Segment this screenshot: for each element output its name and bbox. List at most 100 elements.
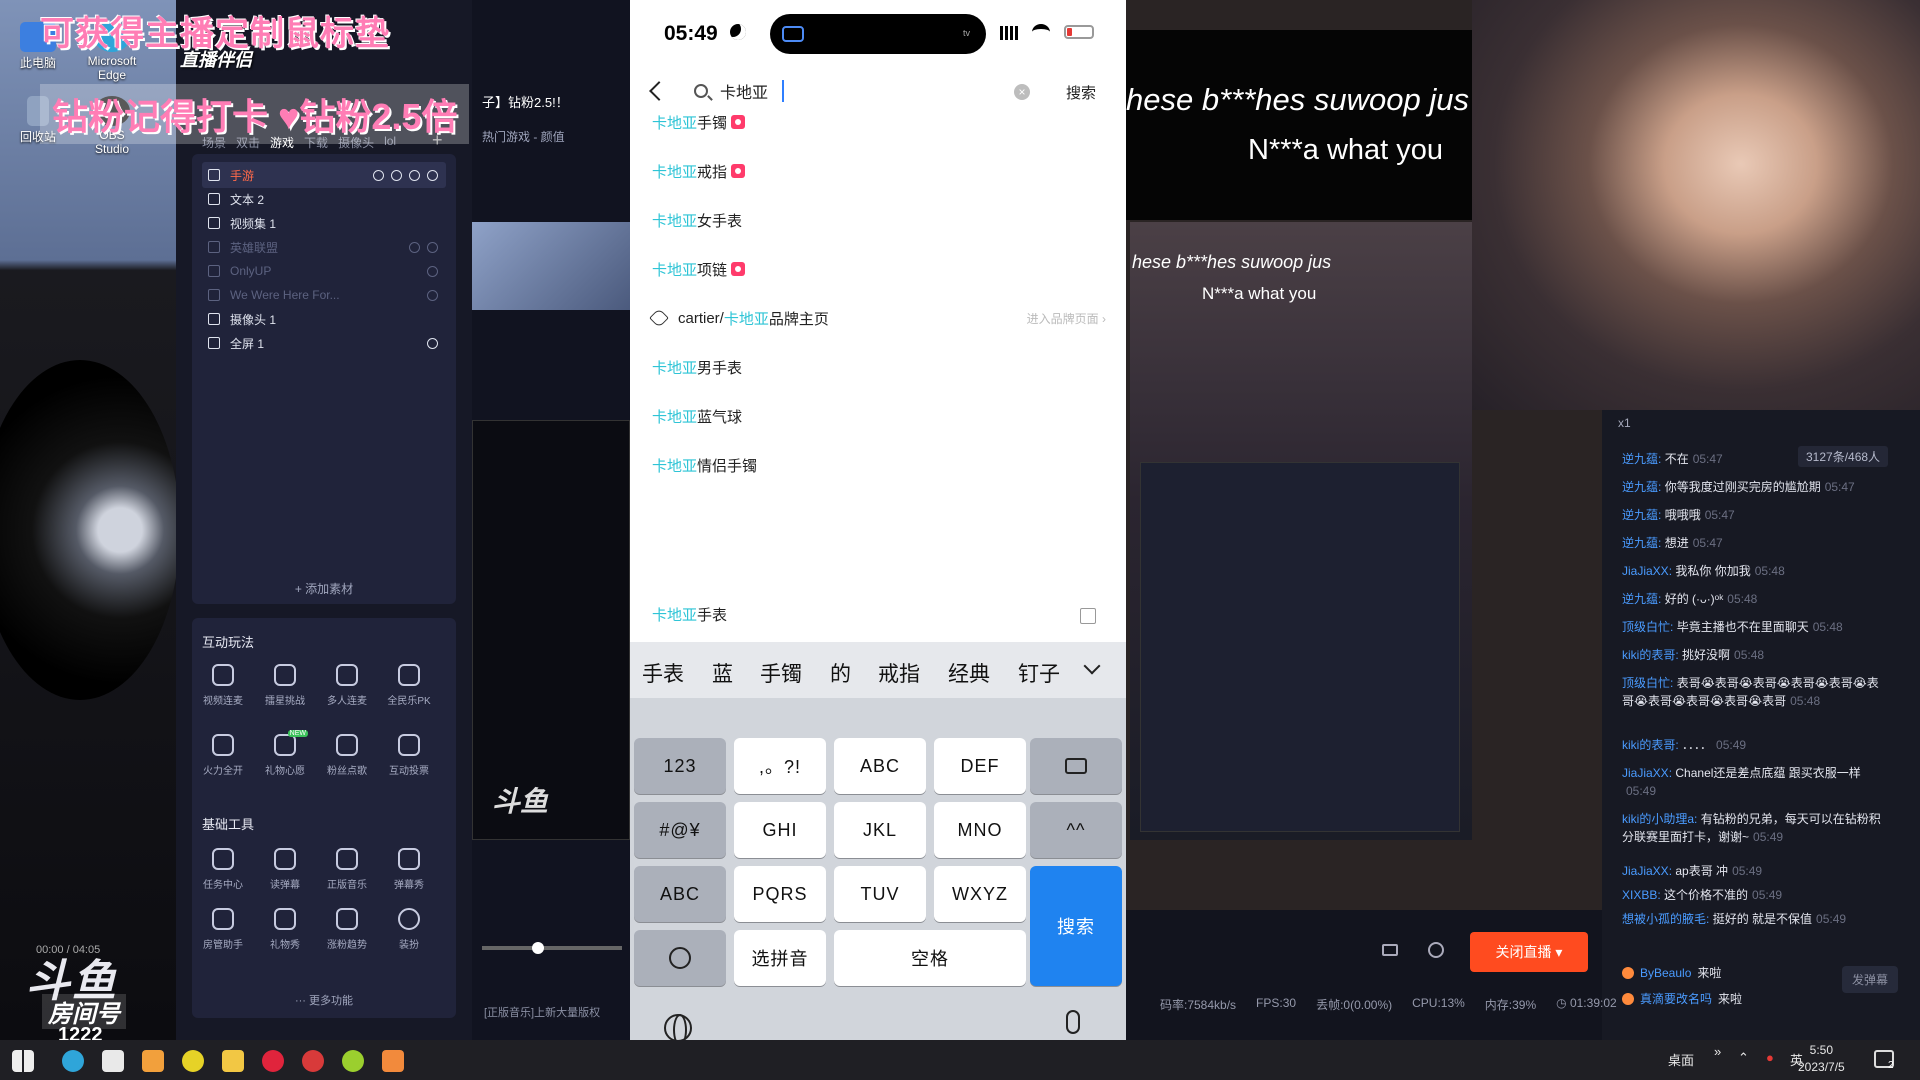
suggestion-item[interactable]: 卡地亚 手镯 [652,108,1106,136]
app-green-icon[interactable] [342,1050,364,1072]
chat-nick[interactable]: kiki的表哥: [1622,738,1679,752]
source-item-fullscreen[interactable]: 全屏 1 [202,330,446,356]
douyu-companion-icon[interactable] [382,1050,404,1072]
tool-decor[interactable]: 装扮 [378,908,440,951]
chat-nick[interactable]: 想被小孤的腋毛: [1622,912,1709,926]
tool-task-center[interactable]: 任务中心 [192,848,254,891]
search-button[interactable]: 搜索 [1066,82,1096,103]
chat-nick[interactable]: kiki的表哥: [1622,648,1679,662]
taskbar-clock[interactable]: 5:50 2023/7/5 [1798,1042,1845,1076]
candidate-word[interactable]: 经典 [948,658,990,688]
chat-nick[interactable]: kiki的小助理a: [1622,812,1697,826]
tool-pk[interactable]: 全民乐PK [378,664,440,707]
candidate-word[interactable]: 的 [830,658,851,688]
key-symbols[interactable]: #@¥ [634,802,726,858]
tool-read-danmu[interactable]: 读弹幕 [254,848,316,891]
key-ghi[interactable]: GHI [734,802,826,858]
candidate-word[interactable]: 手镯 [760,658,802,688]
tool-star-challenge[interactable]: 擂星挑战 [254,664,316,707]
tool-video-mic[interactable]: 视频连麦 [192,664,254,707]
tool-multi-mic[interactable]: 多人连麦 [316,664,378,707]
source-item-we-were-here[interactable]: We Were Here For... [202,282,446,308]
source-item-mobile-game[interactable]: 手游 [202,162,446,188]
add-source-button[interactable]: + 添加素材 [192,580,456,597]
candidate-word[interactable]: 戒指 [878,658,920,688]
trash-icon[interactable] [427,169,438,181]
chat-nick[interactable]: JiaJiaXX: [1622,766,1672,780]
key-abc-switch[interactable]: ABC [634,866,726,922]
key-jkl[interactable]: JKL [834,802,926,858]
close-live-button[interactable]: 关闭直播 ▾ [1470,932,1588,972]
folder-icon[interactable] [222,1050,244,1072]
app-bird-icon[interactable] [102,1050,124,1072]
chat-nick[interactable]: XIXBB: [1622,888,1661,902]
tool-firepower[interactable]: 火力全开 [192,734,254,777]
source-item-text-2[interactable]: 文本 2 [202,186,446,212]
suggestion-item[interactable]: 卡地亚 情侣手镯 [652,451,1106,479]
app-red-icon[interactable] [302,1050,324,1072]
mic-tray-icon[interactable]: ● [1766,1050,1774,1065]
keyboard-search-key[interactable]: 搜索 [1030,866,1122,986]
desktop-toolbar-label[interactable]: 桌面 [1668,1050,1694,1069]
record-icon[interactable] [1428,942,1444,958]
tool-music[interactable]: 正版音乐 [316,848,378,891]
chat-nick[interactable]: ByBeaulo [1640,966,1691,980]
send-danmu-button[interactable]: 发弹幕 [1842,966,1899,993]
key-mno[interactable]: MNO [934,802,1026,858]
netease-music-icon[interactable] [262,1050,284,1072]
key-pqrs[interactable]: PQRS [734,866,826,922]
eye-off-icon[interactable] [427,289,438,301]
candidate-word[interactable]: 钉子 [1018,658,1060,688]
suggestion-item[interactable]: 卡地亚 女手表 [652,206,1106,234]
suggestion-item[interactable]: 卡地亚 蓝气球 [652,402,1106,430]
lock-icon[interactable] [427,337,438,349]
chat-nick[interactable]: 逆九蕴: [1622,452,1661,466]
chat-nick[interactable]: JiaJiaXX: [1622,564,1672,578]
source-item-lol[interactable]: 英雄联盟 [202,234,446,260]
backspace-key[interactable] [1030,738,1122,794]
microphone-icon[interactable] [1066,1010,1080,1034]
source-item-camera[interactable]: 摄像头 1 [202,306,446,332]
key-123[interactable]: 123 [634,738,726,794]
key-wxyz[interactable]: WXYZ [934,866,1026,922]
chat-nick[interactable]: 顶级白忙: [1622,676,1673,690]
more-functions-button[interactable]: ··· 更多功能 [192,992,456,1008]
space-key[interactable]: 空格 [834,930,1026,986]
key-abc-letters[interactable]: ABC [834,738,926,794]
chat-nick[interactable]: 逆九蕴: [1622,536,1661,550]
key-pinyin[interactable]: 选拼音 [734,930,826,986]
search-input[interactable] [720,82,920,100]
suggestion-brand-item[interactable]: cartier/卡地亚 品牌主页 进入品牌页面 › [649,304,1106,332]
tool-gift-wish[interactable]: NEW 礼物心愿 [254,730,316,777]
edit-icon[interactable] [1080,608,1096,624]
tool-vote[interactable]: 互动投票 [378,734,440,777]
tool-room-manager[interactable]: 房管助手 [192,908,254,951]
candidate-word[interactable]: 蓝 [712,658,733,688]
settings-icon[interactable] [409,169,420,181]
chat-nick[interactable]: 逆九蕴: [1622,592,1661,606]
key-punct[interactable]: ,。?! [734,738,826,794]
source-item-video-set[interactable]: 视频集 1 [202,210,446,236]
edge-icon[interactable] [62,1050,84,1072]
toolbar-chevron-icon[interactable]: » [1714,1044,1721,1059]
tool-song-request[interactable]: 粉丝点歌 [316,734,378,777]
source-item-onlyup[interactable]: OnlyUP [202,258,446,284]
slider-knob[interactable] [532,942,544,954]
key-emoticon[interactable]: ^^ [1030,802,1122,858]
tray-up-chevron-icon[interactable]: ⌃ [1738,1050,1749,1066]
candidate-word[interactable]: 手表 [642,658,684,688]
tool-gift-show[interactable]: 礼物秀 [254,908,316,951]
camera-icon[interactable] [1382,944,1398,956]
chat-nick[interactable]: 逆九蕴: [1622,480,1661,494]
emoji-key[interactable] [634,930,726,986]
key-def[interactable]: DEF [934,738,1026,794]
suggestion-item[interactable]: 卡地亚 手表 [652,600,1106,628]
tool-fan-trend[interactable]: 涨粉趋势 [316,908,378,951]
suggestion-item[interactable]: 卡地亚 男手表 [652,353,1106,381]
suggestion-item[interactable]: 卡地亚 项链 [652,255,1106,283]
eye-off-icon[interactable] [409,241,420,253]
douyu-app-icon[interactable] [142,1050,164,1072]
chat-nick[interactable]: 真滴要改名吗 [1640,990,1712,1007]
eye-icon[interactable] [373,169,384,181]
windows-start-icon[interactable] [12,1050,34,1072]
